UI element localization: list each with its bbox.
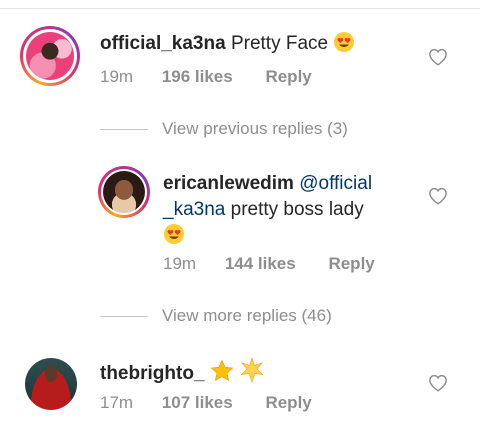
reply-button[interactable]: Reply bbox=[328, 254, 374, 273]
likes-count[interactable]: 196 likes bbox=[162, 67, 233, 86]
mention-link[interactable]: @official bbox=[299, 173, 372, 194]
top-divider bbox=[0, 8, 480, 9]
comment-2-body: ericanlewedim @official _ka3na pretty bo… bbox=[163, 171, 408, 249]
thread-line bbox=[100, 316, 148, 318]
comment-1-meta: 19m 196 likes Reply bbox=[100, 67, 312, 87]
mention-link-continued[interactable]: _ka3na bbox=[163, 199, 225, 220]
heart-eyes-emoji bbox=[334, 32, 355, 52]
avatar-image bbox=[103, 171, 145, 213]
avatar-image bbox=[26, 32, 74, 80]
view-previous-replies[interactable]: View previous replies (3) bbox=[100, 119, 348, 139]
avatar-thebrighto[interactable] bbox=[25, 358, 77, 410]
reply-button[interactable]: Reply bbox=[265, 67, 311, 86]
view-more-replies[interactable]: View more replies (46) bbox=[100, 306, 332, 326]
avatar-official-ka3na[interactable] bbox=[20, 26, 80, 86]
like-heart-icon[interactable] bbox=[428, 374, 448, 392]
comment-1-body: official_ka3na Pretty Face bbox=[100, 31, 430, 57]
comment-username[interactable]: ericanlewedim bbox=[163, 173, 294, 194]
avatar-ericanlewedim[interactable] bbox=[98, 166, 150, 218]
comment-time: 19m bbox=[163, 254, 197, 273]
comment-time: 19m bbox=[100, 67, 134, 86]
comment-username[interactable]: thebrighto_ bbox=[100, 363, 205, 384]
like-heart-icon[interactable] bbox=[428, 187, 448, 205]
comment-text: pretty boss lady bbox=[225, 199, 364, 220]
likes-count[interactable]: 107 likes bbox=[162, 393, 233, 412]
comment-2-meta: 19m 144 likes Reply bbox=[163, 254, 375, 274]
star-emoji bbox=[210, 359, 234, 382]
heart-eyes-emoji bbox=[164, 224, 184, 244]
comment-3-meta: 17m 107 likes Reply bbox=[100, 393, 312, 413]
view-more-replies-label[interactable]: View more replies (46) bbox=[162, 306, 332, 325]
comment-time: 17m bbox=[100, 393, 134, 412]
comment-username[interactable]: official_ka3na bbox=[100, 33, 226, 54]
thread-line bbox=[100, 129, 148, 131]
reply-button[interactable]: Reply bbox=[265, 393, 311, 412]
comment-3-body: thebrighto_ bbox=[100, 357, 430, 387]
like-heart-icon[interactable] bbox=[428, 48, 448, 66]
view-previous-replies-label[interactable]: View previous replies (3) bbox=[162, 119, 348, 138]
likes-count[interactable]: 144 likes bbox=[225, 254, 296, 273]
glowing-star-emoji bbox=[240, 357, 264, 383]
comment-text: Pretty Face bbox=[230, 33, 329, 54]
